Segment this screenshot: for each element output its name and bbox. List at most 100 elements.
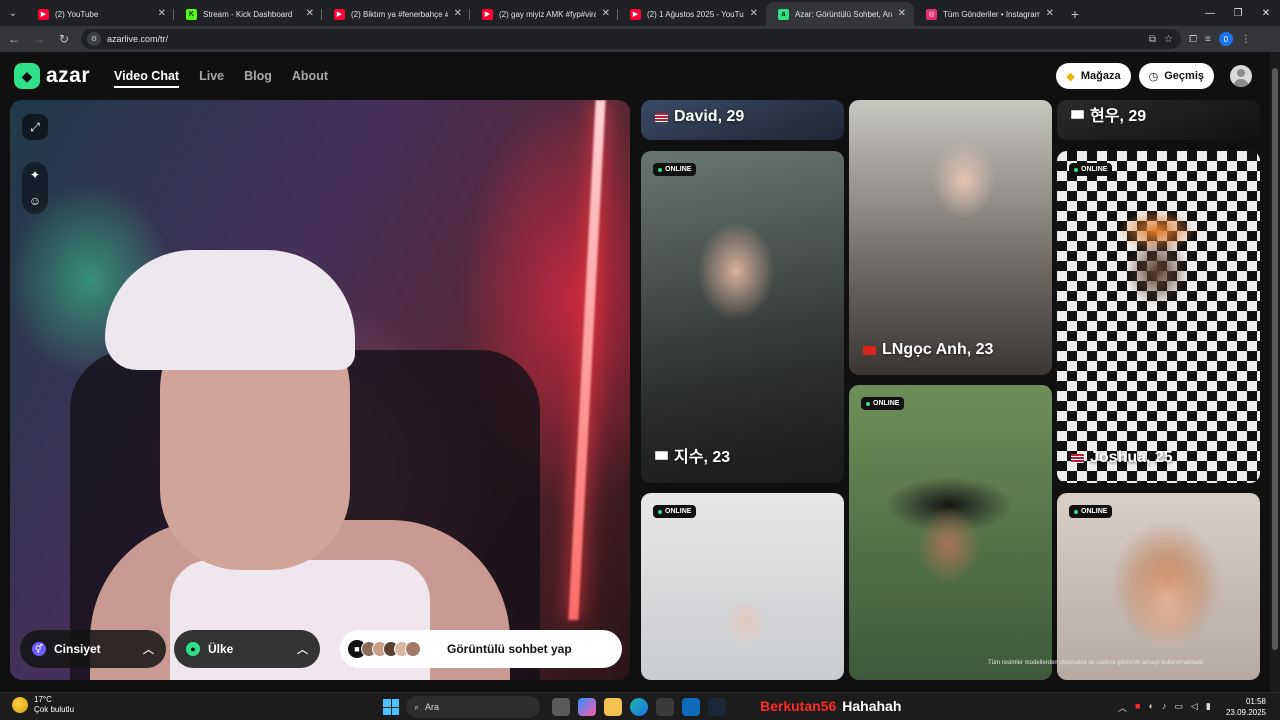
taskbar-clock[interactable]: 01:58 23.09.2025 — [1226, 696, 1266, 718]
profile-card[interactable]: ONLINE — [1057, 493, 1260, 680]
tab-title: Azar: Görüntülü Sohbet, Ara — [795, 9, 892, 19]
country-label: Ülke — [208, 642, 234, 656]
browser-tab[interactable]: ▶ (2) YouTube ✕ — [26, 2, 174, 26]
profile-photo — [1057, 493, 1260, 680]
profile-photo — [641, 493, 844, 680]
nav-video-chat[interactable]: Video Chat — [114, 69, 180, 88]
tray-app-icon[interactable]: ■ — [1135, 701, 1140, 714]
network-icon[interactable]: ▭ — [1174, 701, 1183, 714]
history-button[interactable]: ◷ Geçmiş — [1138, 63, 1214, 89]
gem-icon: ◆ — [1066, 70, 1075, 83]
browser-menu-icon[interactable]: ⋮ — [1241, 34, 1251, 45]
system-tray: ︿ ■ ◐ ♪ ▭ ◁ ▮ — [1118, 701, 1211, 714]
youtube-icon: ▶ — [482, 8, 493, 20]
battery-icon[interactable]: ▮ — [1206, 701, 1211, 714]
nav-about[interactable]: About — [292, 69, 328, 83]
tab-title: (2) gay miyiz AMK #fyp#viral # — [499, 9, 596, 19]
profile-card[interactable]: David, 29 — [641, 100, 844, 140]
maximize-icon[interactable]: ❐ — [1224, 0, 1252, 26]
store-icon[interactable] — [656, 698, 674, 716]
search-icon: ⌕ — [414, 701, 420, 712]
profile-card[interactable]: ONLINE 지수, 23 — [641, 151, 844, 483]
site-info-icon[interactable]: ⚙ — [87, 32, 101, 46]
back-icon[interactable]: ← — [3, 28, 25, 50]
browser-tab[interactable]: ▶ (2) gay miyiz AMK #fyp#viral # ✕ — [470, 2, 618, 26]
tab-search-icon[interactable]: ⌄ — [0, 0, 26, 26]
youtube-icon: ▶ — [38, 8, 49, 20]
globe-icon: ● — [186, 642, 200, 656]
nav-live[interactable]: Live — [199, 69, 224, 83]
install-app-icon[interactable]: ⧉ — [1149, 34, 1156, 45]
tab-title: Tüm Gönderiler • Instagram — [943, 9, 1040, 19]
browser-tab[interactable]: ▶ (2) Biktım ya #fenerbahçe #deri ✕ — [322, 2, 470, 26]
user-avatar-icon[interactable] — [1230, 65, 1252, 87]
close-icon[interactable]: ✕ — [306, 8, 314, 19]
expand-icon[interactable]: ⤢ — [22, 114, 48, 140]
forward-icon[interactable]: → — [28, 28, 50, 50]
gender-filter-dropdown[interactable]: ⚥ Cinsiyet ︿ — [20, 630, 166, 668]
clock-time: 01:58 — [1245, 697, 1266, 706]
close-icon[interactable]: ✕ — [898, 8, 906, 19]
browser-tab-active[interactable]: a Azar: Görüntülü Sohbet, Ara ✕ — [766, 2, 914, 26]
page-scrollbar[interactable] — [1270, 52, 1280, 692]
country-filter-dropdown[interactable]: ● Ülke ︿ — [174, 630, 320, 668]
site-header: ◆ azar Video Chat Live Blog About ◆ Mağa… — [0, 52, 1270, 100]
new-tab-button[interactable]: + — [1062, 2, 1088, 26]
store-label: Mağaza — [1080, 70, 1121, 82]
address-bar[interactable]: ⚙ azarlive.com/tr/ ⧉ ☆ — [81, 29, 1181, 49]
browser-tab[interactable]: K Stream - Kick Dashboard ✕ — [174, 2, 322, 26]
outlook-icon[interactable] — [682, 698, 700, 716]
start-video-chat-label: Görüntülü sohbet yap — [447, 642, 572, 656]
image-disclaimer: Tüm resimler modellerden oluşmakta ve sa… — [988, 660, 1205, 666]
weather-widget[interactable]: 17°C Çok bulutlu — [12, 695, 74, 715]
volume-icon[interactable]: ◁ — [1191, 701, 1198, 714]
close-icon[interactable]: ✕ — [1046, 8, 1054, 19]
start-video-chat-button[interactable]: ■ Görüntülü sohbet yap — [340, 630, 622, 668]
reload-icon[interactable]: ↻ — [53, 28, 75, 50]
close-icon[interactable]: ✕ — [158, 8, 166, 19]
kr-flag-icon — [1071, 109, 1084, 119]
browser-tab[interactable]: ▶ (2) 1 Ağustos 2025 - YouTube ✕ — [618, 2, 766, 26]
nav-blog[interactable]: Blog — [244, 69, 272, 83]
scrollbar-thumb[interactable] — [1272, 68, 1278, 650]
file-explorer-icon[interactable] — [604, 698, 622, 716]
azar-icon: a — [778, 8, 789, 20]
profile-avatar[interactable]: 0 — [1218, 32, 1233, 46]
stream-overlay-text: Berkutan56 Hahahah — [760, 698, 901, 714]
tray-app-icon[interactable]: ◐ — [1148, 701, 1153, 714]
profile-card[interactable]: 현우, 29 — [1057, 100, 1260, 140]
sparkle-effects-icon[interactable]: ✦ — [30, 168, 40, 182]
profile-card[interactable]: LNgọc Anh, 23 — [849, 100, 1052, 375]
extensions-icon[interactable]: ⧠ — [1189, 34, 1197, 45]
close-icon[interactable]: ✕ — [454, 8, 462, 19]
windows-start-icon[interactable] — [383, 699, 399, 715]
profile-card[interactable]: ONLINE — [641, 493, 844, 680]
profile-card[interactable]: ONLINE — [849, 385, 1052, 680]
taskbar-search[interactable]: ⌕ Ara — [406, 696, 540, 718]
match-controls: ⚥ Cinsiyet ︿ ● Ülke ︿ ■ Görüntülü sohbet… — [20, 630, 622, 668]
profile-card[interactable]: ONLINE Joshua, 25 — [1057, 151, 1260, 483]
tab-title: (2) 1 Ağustos 2025 - YouTube — [647, 9, 744, 19]
face-filter-icon[interactable]: ☺ — [29, 194, 41, 208]
minimize-icon[interactable]: — — [1196, 0, 1224, 26]
kick-icon: K — [186, 8, 197, 20]
copilot-icon[interactable] — [578, 698, 596, 716]
media-controls-icon[interactable]: ≡ — [1205, 34, 1211, 45]
microphone-icon[interactable]: ♪ — [1162, 701, 1167, 714]
vn-flag-icon — [863, 345, 876, 355]
profile-name: 현우, 29 — [1071, 102, 1146, 126]
task-view-icon[interactable] — [552, 698, 570, 716]
store-button[interactable]: ◆ Mağaza — [1056, 63, 1131, 89]
azar-page: ◆ azar Video Chat Live Blog About ◆ Mağa… — [0, 52, 1280, 692]
bookmark-star-icon[interactable]: ☆ — [1164, 34, 1173, 45]
close-icon[interactable]: ✕ — [602, 8, 610, 19]
close-icon[interactable]: ✕ — [750, 8, 758, 19]
azar-logo[interactable]: ◆ azar — [14, 63, 90, 89]
edge-icon[interactable] — [630, 698, 648, 716]
tray-chevron-icon[interactable]: ︿ — [1118, 701, 1127, 714]
steam-icon[interactable] — [708, 698, 726, 716]
azar-logo-icon: ◆ — [14, 63, 40, 89]
close-window-icon[interactable]: ✕ — [1252, 0, 1280, 26]
overlay-username: Berkutan56 — [760, 698, 837, 714]
browser-tab[interactable]: ◎ Tüm Gönderiler • Instagram ✕ — [914, 2, 1062, 26]
